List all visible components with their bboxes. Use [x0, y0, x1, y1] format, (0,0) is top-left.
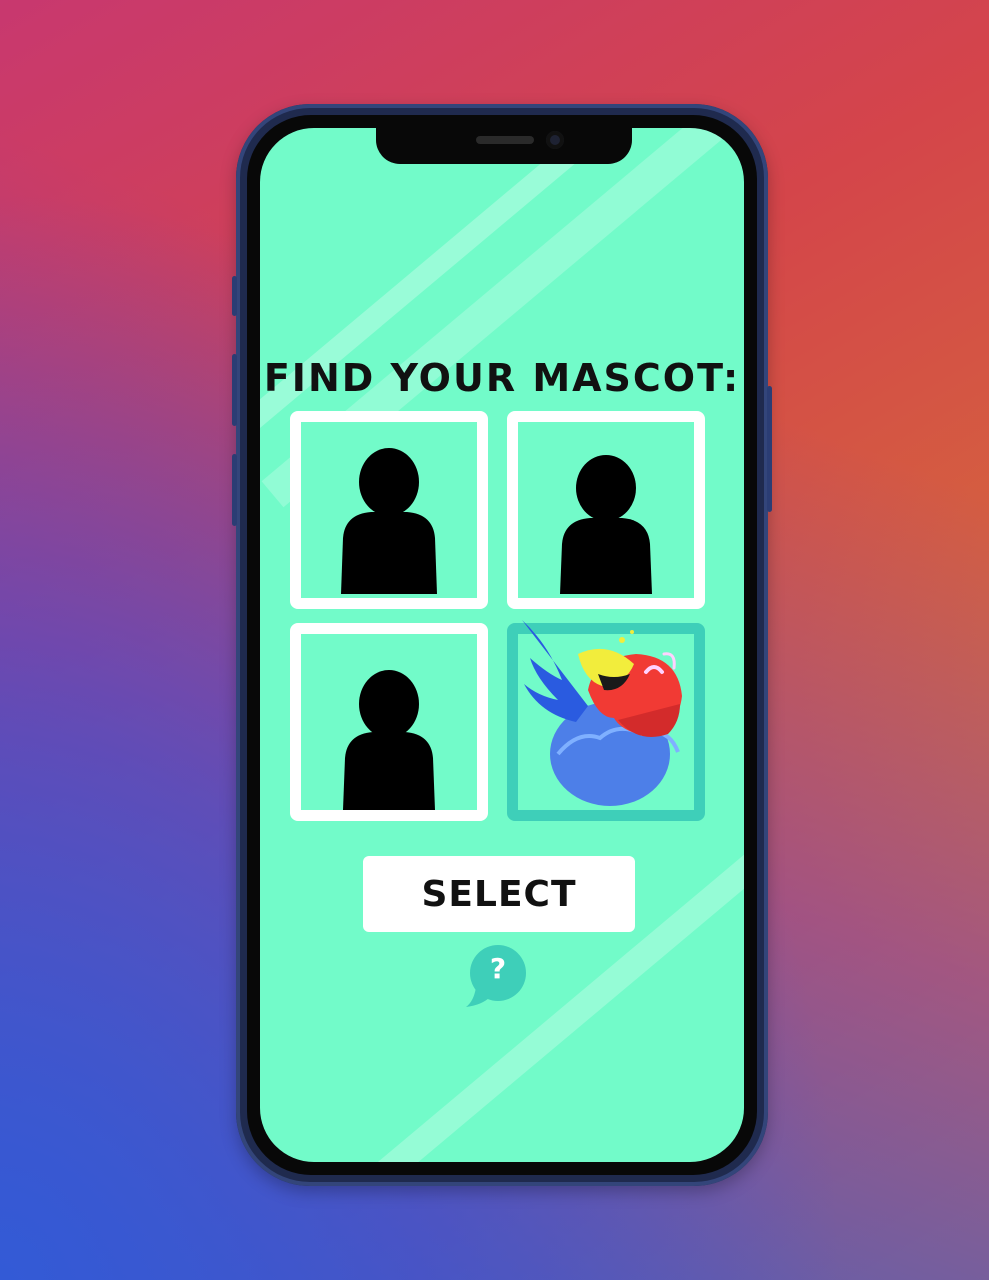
volume-up-button: [232, 354, 237, 426]
person-silhouette-icon: [343, 670, 435, 810]
front-camera: [546, 131, 564, 149]
volume-down-button: [232, 454, 237, 526]
mute-switch: [232, 276, 237, 316]
person-silhouette-icon: [560, 455, 652, 594]
person-silhouette-icon: [341, 448, 437, 594]
power-button: [767, 386, 772, 512]
screen-glare: [344, 791, 744, 1162]
mascot-card-2[interactable]: [507, 411, 705, 609]
select-button[interactable]: SELECT: [363, 856, 635, 932]
help-question-mark: ?: [489, 952, 507, 985]
phone-frame: FIND YOUR MASCOT: SELECT ?: [232, 104, 772, 1186]
phone-bezel: FIND YOUR MASCOT: SELECT ?: [247, 115, 757, 1175]
mascot-card-4[interactable]: [507, 620, 705, 821]
page-title: FIND YOUR MASCOT:: [263, 356, 741, 400]
notch: [376, 128, 632, 164]
speaker-grille: [476, 136, 534, 144]
mascot-card-3[interactable]: [290, 623, 488, 821]
help-button[interactable]: ?: [460, 943, 532, 1015]
mascot-card-1[interactable]: [290, 411, 488, 609]
phone-screen: FIND YOUR MASCOT: SELECT ?: [260, 128, 744, 1162]
parrot-icon: [522, 620, 682, 806]
